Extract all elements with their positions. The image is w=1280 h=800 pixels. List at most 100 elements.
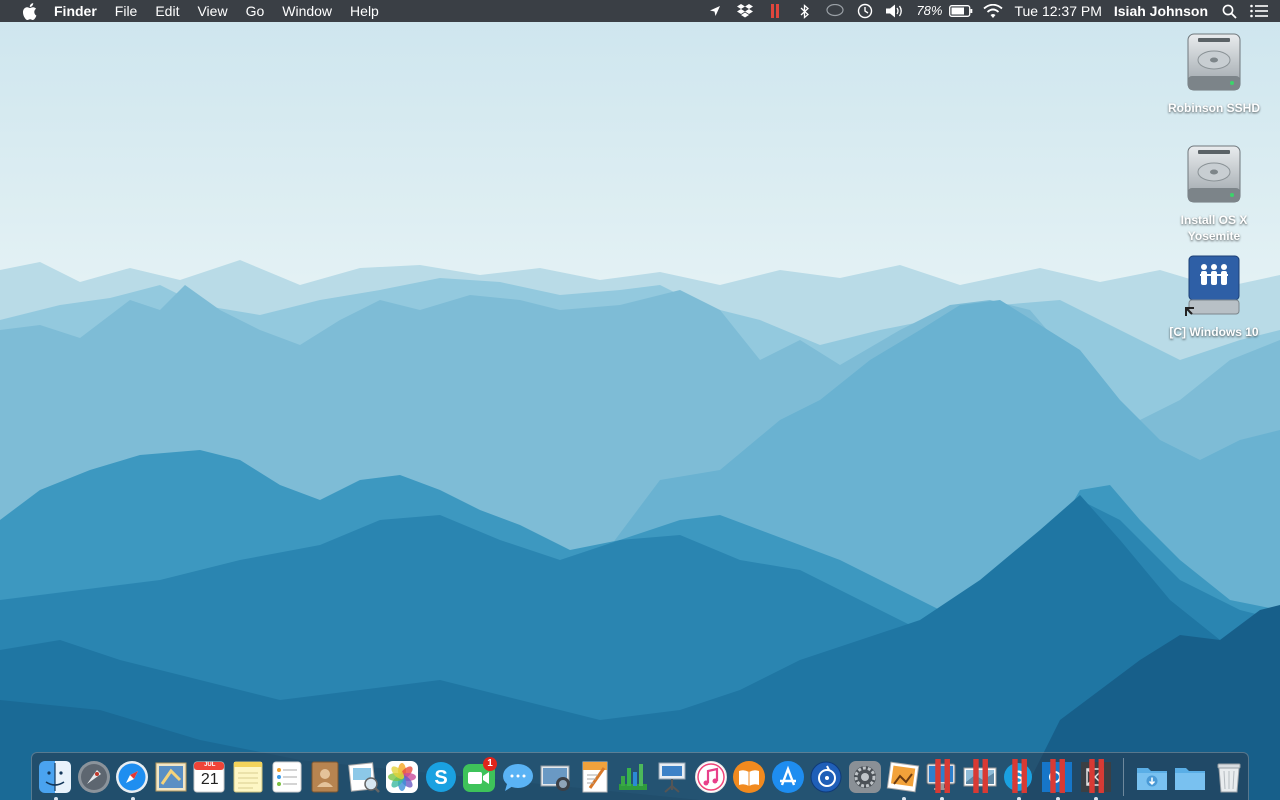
parallels-overlay-icon [1050,758,1066,793]
menu-help[interactable]: Help [341,0,388,22]
desktop-item-label: Install OS X Yosemite [1180,213,1248,243]
calendar-day: 21 [200,770,219,788]
notification-bubble-icon[interactable] [824,0,846,22]
dock-documents-stack[interactable] [1172,757,1207,797]
menu-go[interactable]: Go [237,0,274,22]
menu-finder[interactable]: Finder [54,0,106,22]
keynote-icon [658,762,686,793]
battery-percent[interactable]: 78% [910,0,944,22]
dock-screen-sharing[interactable] [924,757,959,800]
dock-reminders[interactable] [269,757,304,797]
wifi-icon[interactable] [982,0,1004,22]
downloads-folder-icon [1136,767,1167,790]
preview-icon [347,761,380,793]
folder-icon [1175,767,1206,790]
volume-icon[interactable] [884,0,906,22]
image-capture-icon [540,765,571,791]
dock-messages[interactable] [500,757,535,797]
running-indicator [130,796,135,800]
dock-safari[interactable] [115,757,150,800]
dock-instruments[interactable] [808,757,843,797]
numbers-icon [619,763,648,790]
itunes-icon [694,760,727,793]
dock-mail[interactable] [153,757,188,797]
gear-icon [848,760,881,793]
skype-icon: S [425,761,456,792]
safari-icon [116,760,149,793]
desktop-item-windows-10-share[interactable]: [C] Windows 10 [1159,254,1269,340]
dock-itunes[interactable] [693,757,728,797]
notification-center-icon[interactable] [1248,0,1270,22]
dock-photos[interactable] [384,757,419,797]
dropbox-icon[interactable] [734,0,756,22]
finder-icon [39,760,72,793]
desktop-item-label: [C] Windows 10 [1169,325,1259,339]
location-icon[interactable] [704,0,726,22]
parallels-overlay-icon [934,758,950,793]
running-indicator [901,796,906,800]
dock-finder[interactable] [38,757,73,800]
dock-trash[interactable] [1211,757,1246,797]
dock-downloads-stack[interactable] [1134,757,1169,797]
running-indicator [940,796,945,800]
desktop-item-install-os-x-yosemite[interactable]: Install OS X Yosemite [1159,142,1269,244]
contacts-icon [311,761,339,792]
menu-window[interactable]: Window [273,0,341,22]
instruments-icon [810,761,842,792]
desktop-item-label: Robinson SSHD [1168,101,1260,115]
spotlight-search-icon[interactable] [1218,0,1240,22]
menu-bar: Finder File Edit View Go Window Help 78% [0,0,1280,22]
notification-badge: 1 [483,756,498,771]
dock-contacts[interactable] [307,757,342,797]
menu-file[interactable]: File [106,0,147,22]
clock[interactable]: Tue 12:37 PM [1008,0,1107,22]
network-share-icon [1182,254,1246,318]
desktop-wallpaper [0,0,1280,800]
app-store-icon [771,760,804,793]
dock-app-x[interactable] [1078,757,1113,800]
calendar-month: JUL [204,761,216,768]
dock-launchpad[interactable] [76,757,111,797]
pages-icon [582,761,608,792]
dock-app-store[interactable] [770,757,805,797]
menu-view[interactable]: View [188,0,236,22]
dock-iphoto[interactable] [886,757,921,800]
dock-notes[interactable] [230,757,265,797]
notes-icon [233,761,263,792]
running-indicator [53,796,58,800]
launchpad-icon [77,760,110,793]
apple-icon[interactable] [18,2,40,20]
dock-ibooks[interactable] [731,757,766,797]
dock-skype-alt[interactable]: S [1001,757,1036,800]
hard-drive-icon [1182,30,1246,94]
dock-preview[interactable] [346,757,381,797]
desktop-item-robinson-sshd[interactable]: Robinson SSHD [1159,30,1269,116]
time-machine-icon[interactable] [854,0,876,22]
photos-icon [386,760,419,793]
dock: JUL 21 S 1 S [31,752,1249,800]
hard-drive-icon [1182,142,1246,206]
user-name[interactable]: Isiah Johnson [1108,0,1214,22]
dock-separator [1123,757,1125,796]
svg-text:S: S [434,767,447,789]
menu-edit[interactable]: Edit [146,0,188,22]
ibooks-icon [733,760,766,793]
bluetooth-icon[interactable] [794,0,816,22]
running-indicator [1017,796,1022,800]
parallels-overlay-icon [973,758,989,793]
dock-skype[interactable]: S [423,757,458,797]
dock-system-preferences[interactable] [847,757,882,797]
dock-facetime[interactable]: 1 [462,756,498,797]
parallels-icon[interactable] [764,0,786,22]
dock-pages[interactable] [577,757,612,797]
dock-calendar[interactable]: JUL 21 [192,757,227,797]
messages-icon [502,763,533,791]
dock-keynote[interactable] [654,757,689,797]
dock-numbers[interactable] [616,757,651,797]
battery-icon[interactable] [948,0,974,22]
dock-app-o[interactable] [1040,757,1075,800]
running-indicator [1094,796,1099,800]
dock-image-capture[interactable] [539,757,574,797]
dock-photo-viewer[interactable] [963,757,998,797]
iphoto-icon [887,761,920,792]
